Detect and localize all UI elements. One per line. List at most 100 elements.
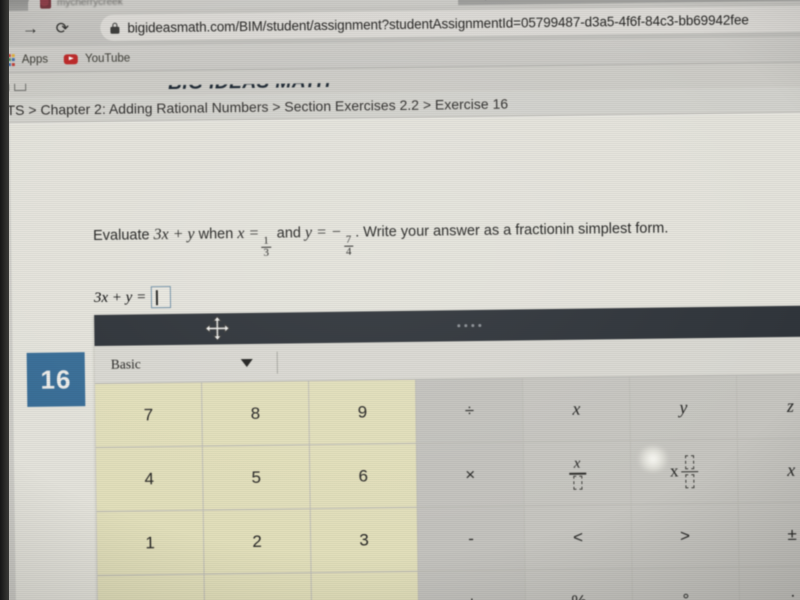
keypad-mode-label: Basic [110,355,141,372]
keypad-key[interactable]: 5 [202,445,311,511]
keypad-key-label: × [465,464,476,484]
keypad-key[interactable]: , [311,571,420,600]
keypad-key[interactable]: x [737,438,800,504]
tab-favicon [39,0,52,9]
keypad-key[interactable]: > [631,503,740,570]
keypad-key[interactable]: 8 [202,381,310,447]
address-bar-url: bigideasmath.com/BIM/student/assignment?… [127,11,749,36]
browser-window: mycherrycreek + — □ ✕ ← → ⟳ bigideasmath… [0,0,800,600]
fraction-numerator-variable: x [573,455,581,472]
y-value-numerator: 7 [345,233,352,246]
y-value-denominator: 4 [343,245,354,259]
x-value-denominator: 3 [261,247,272,260]
prompt-conjunction: and [276,225,302,242]
new-tab-button[interactable]: + [482,0,489,4]
keypad-key[interactable]: ± [738,502,800,568]
keypad-key-label: > [679,525,691,545]
screen-photo: mycherrycreek + — □ ✕ ← → ⟳ bigideasmath… [0,0,800,600]
fraction-template-icon: x [568,455,586,490]
y-value-fraction: 74 [343,233,354,259]
drag-grip-icon [457,323,482,328]
keypad-key-label: ÷ [464,400,475,420]
page-content: BIG IDEAS MATH : BTS > Chapter 2: Adding… [0,62,800,600]
keypad-key[interactable]: ° [632,567,741,600]
keypad-key-label: + [467,593,477,600]
keypad-key[interactable]: 2 [203,509,312,575]
lock-icon [110,22,120,34]
toolbar-divider [276,351,278,374]
keypad-grid: 7 8 9 ÷ x y z 4 5 6 × x x x 1 2 3 - < > ±0., +% °: [95,374,800,600]
keypad-key[interactable]: x [630,439,739,506]
keypad-key-label: 4 [144,468,155,488]
keypad-key-label: 6 [358,465,369,486]
keypad-key-label: y [679,397,688,418]
keypad-key[interactable]: 4 [95,446,204,513]
keypad-key-label: 8 [250,403,261,423]
fraction-bar [568,472,586,475]
keypad-key[interactable]: 7 [95,382,203,449]
y-assignment-label: y = − [304,223,342,242]
keypad-key-label: 5 [251,467,262,487]
keypad-key-label: , [362,594,367,600]
keypad-key[interactable]: < [524,505,633,571]
keypad-key[interactable]: 9 [309,379,417,446]
fraction-bar [681,470,699,473]
forward-icon[interactable]: → [14,14,46,44]
keypad-mode-dropdown[interactable]: Basic [95,343,267,383]
breadcrumb: : BTS > Chapter 2: Adding Rational Numbe… [0,95,509,118]
keypad-key-label: 1 [145,532,155,552]
question-prompt: Evaluate 3x + y when x = 1 3 and y = −7 4. … [93,220,669,262]
keypad-key[interactable]: 1 [96,510,205,577]
keypad-key-label: x [572,398,581,419]
keypad-key[interactable]: 3 [310,507,419,574]
exercise-number-badge: 16 [26,352,86,407]
keypad-key[interactable]: % [525,569,634,600]
keypad-key[interactable]: × [416,442,525,508]
keypad-key-label: z [786,395,795,416]
math-keypad: Basic 7 8 9 ÷ x y z 4 5 6 × x x x 1 2 3 - < > ±0., +% °: [94,305,800,600]
bookmark-label: Apps [21,53,49,66]
keypad-key-label: 2 [252,531,262,551]
prompt-suffix: Write your answer as a fractionin simple… [363,220,669,241]
keypad-key-label: x [787,459,796,480]
x-value-numerator: 1 [263,234,269,247]
x-value-fraction: 13 [261,234,272,260]
bookmark-youtube[interactable]: YouTube [63,52,130,65]
keypad-key[interactable]: 6 [309,443,418,510]
period: . [355,224,360,241]
keypad-key[interactable]: x [523,377,631,443]
keypad-key-label: 7 [143,404,154,424]
keypad-key[interactable]: ÷ [416,378,524,444]
fraction-denominator-placeholder [572,475,582,490]
mixed-whole-variable: x [669,461,679,481]
answer-input[interactable] [151,286,172,309]
keypad-key-label: 9 [357,401,368,422]
bookmark-apps[interactable]: Apps [2,53,49,66]
keypad-key[interactable]: y [630,375,738,442]
keypad-key[interactable]: z [736,374,800,440]
answer-expression-label: 3x + y = [93,288,147,306]
answer-line: 3x + y = [94,286,172,309]
mixed-numerator-placeholder [685,455,695,470]
keypad-key-label: ° [682,589,690,600]
youtube-icon [63,53,79,64]
site-logo: BIG IDEAS MATH [167,70,332,95]
text-caret [156,289,158,305]
keypad-key-label: . [255,595,260,600]
back-icon[interactable]: ← [0,14,15,44]
exercise-panel: 16 Evaluate 3x + y when x = 1 3 and y = −7… [9,112,800,600]
keypad-key[interactable]: 0 [97,574,206,600]
keypad-key[interactable]: + [418,570,527,600]
x-assignment-label: x = [237,224,260,243]
mixed-number-template-icon: x [670,455,699,488]
keypad-key-label: % [571,591,586,600]
keypad-key[interactable]: x [523,441,632,507]
chevron-down-icon [240,358,253,367]
reload-icon[interactable]: ⟳ [46,13,78,43]
keypad-key-label: < [572,527,584,547]
keypad-key[interactable]: - [417,506,526,572]
site-nav-boxes [0,79,26,91]
keypad-key[interactable]: : [739,566,800,600]
keypad-key-label: 3 [359,529,369,550]
keypad-key[interactable]: . [204,573,313,600]
